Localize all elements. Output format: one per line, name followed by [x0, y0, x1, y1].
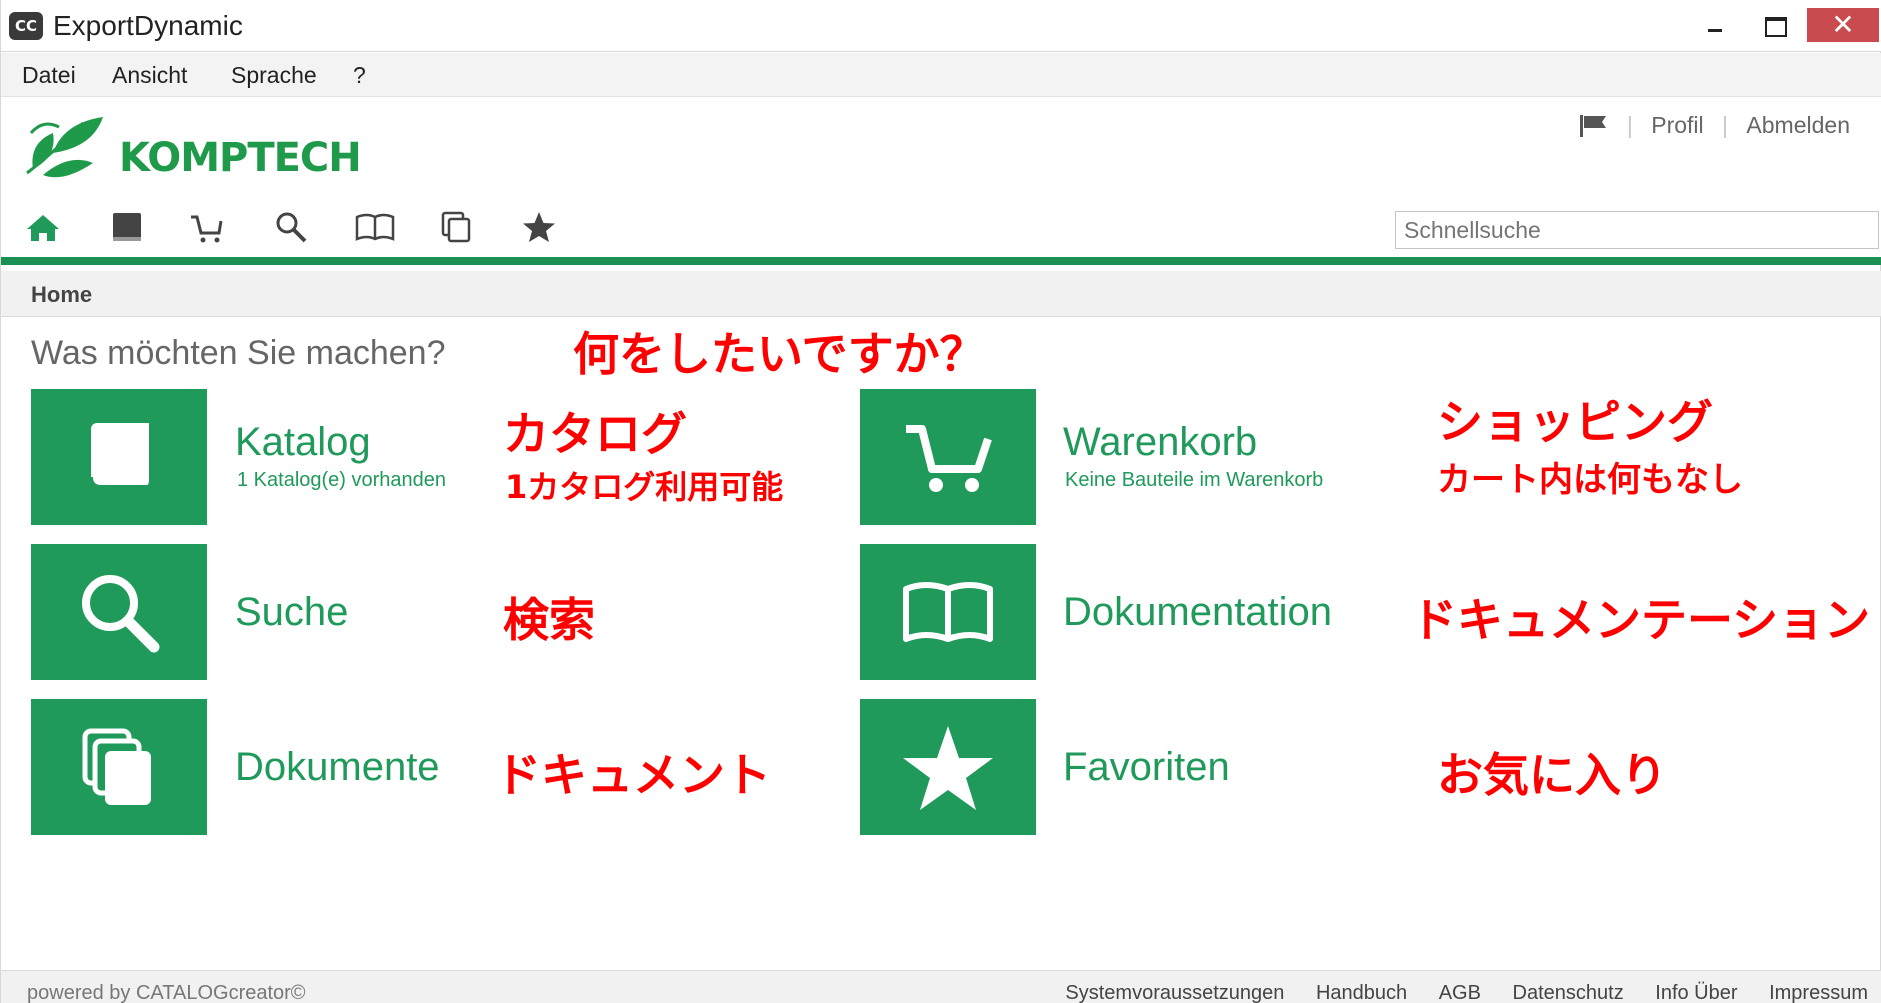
jp-annotation-katalog: カタログ: [503, 407, 687, 461]
footer-link-info[interactable]: Info Über: [1655, 982, 1737, 1003]
open-book-icon[interactable]: [353, 209, 397, 249]
minimize-button[interactable]: [1681, 8, 1747, 42]
jp-annotation-suche: 検索: [503, 593, 595, 647]
menu-bar: Datei Ansicht Sprache ?: [1, 53, 1881, 97]
jp-annotation-katalog-sub: 1カタログ利用可能: [505, 468, 784, 506]
footer-links: Systemvoraussetzungen Handbuch AGB Daten…: [1039, 982, 1868, 1003]
katalog-subtitle: 1 Katalog(e) vorhanden: [237, 469, 447, 491]
documents-icon[interactable]: [437, 209, 481, 249]
jp-annotation-favoriten: お気に入り: [1437, 748, 1667, 802]
star-icon: [903, 726, 993, 810]
logout-link[interactable]: Abmelden: [1746, 112, 1850, 139]
favoriten-title[interactable]: Favoriten: [1063, 745, 1230, 790]
logo-text: KOMPTECH: [119, 135, 362, 181]
window-title: ExportDynamic: [53, 10, 243, 41]
star-icon[interactable]: [519, 209, 563, 249]
app-window: CC ExportDynamic ✕ Datei Ansicht Sprache…: [0, 0, 1881, 1003]
maximize-button[interactable]: [1741, 8, 1807, 42]
footer: powered by CATALOGcreator© Systemvorauss…: [1, 970, 1881, 1003]
footer-link-systemvoraussetzungen[interactable]: Systemvoraussetzungen: [1065, 982, 1284, 1003]
dokumente-tile[interactable]: [31, 699, 207, 835]
dokumentation-title[interactable]: Dokumentation: [1063, 590, 1332, 635]
header-divider: [1, 257, 1881, 265]
cart-icon[interactable]: [187, 209, 231, 249]
favoriten-tile[interactable]: [860, 699, 1036, 835]
jp-annotation-dokumente: ドキュメント: [495, 748, 771, 802]
header: KOMPTECH | Profil | Abmelden: [1, 97, 1881, 257]
flag-icon[interactable]: [1578, 114, 1608, 138]
dokumente-title[interactable]: Dokumente: [235, 745, 440, 790]
warenkorb-tile[interactable]: [860, 389, 1036, 525]
close-button[interactable]: ✕: [1807, 8, 1879, 42]
powered-by-text[interactable]: powered by CATALOGcreator©: [27, 982, 306, 1003]
quick-search-input[interactable]: [1395, 211, 1879, 249]
title-bar: CC ExportDynamic ✕: [1, 0, 1881, 52]
book-icon: [89, 423, 149, 489]
footer-link-impressum[interactable]: Impressum: [1769, 982, 1868, 1003]
footer-link-handbuch[interactable]: Handbuch: [1316, 982, 1407, 1003]
open-book-icon: [903, 582, 993, 642]
page-question: Was möchten Sie machen?: [31, 334, 446, 372]
menu-ansicht[interactable]: Ansicht: [112, 62, 187, 89]
warenkorb-subtitle: Keine Bauteile im Warenkorb: [1065, 469, 1324, 491]
jp-annotation-dokumentation: ドキュメンテーション: [1411, 593, 1871, 647]
profile-link[interactable]: Profil: [1651, 112, 1703, 139]
katalog-tile[interactable]: [31, 389, 207, 525]
search-icon: [82, 575, 160, 653]
leaf-logo-icon: [26, 117, 103, 178]
dokumentation-tile[interactable]: [860, 544, 1036, 680]
warenkorb-title[interactable]: Warenkorb: [1063, 420, 1257, 465]
menu-sprache[interactable]: Sprache: [231, 62, 317, 89]
menu-help[interactable]: ?: [353, 62, 366, 89]
katalog-title[interactable]: Katalog: [235, 420, 371, 465]
breadcrumb-home[interactable]: Home: [31, 282, 92, 308]
suche-tile[interactable]: [31, 544, 207, 680]
breadcrumb-bar: Home: [1, 271, 1881, 317]
separator: |: [1626, 112, 1633, 139]
book-icon[interactable]: [107, 209, 151, 249]
cart-icon: [906, 425, 992, 492]
jp-annotation-warenkorb-sub: カート内は何もなし: [1437, 460, 1743, 500]
home-icon[interactable]: [23, 209, 67, 249]
footer-link-agb[interactable]: AGB: [1439, 982, 1481, 1003]
menu-datei[interactable]: Datei: [22, 62, 76, 89]
app-icon: CC: [9, 12, 43, 40]
separator: |: [1722, 112, 1729, 139]
documents-icon: [82, 728, 151, 805]
user-links: | Profil | Abmelden: [1578, 111, 1850, 141]
footer-link-datenschutz[interactable]: Datenschutz: [1513, 982, 1624, 1003]
jp-annotation-question: 何をしたいですか？: [573, 327, 986, 381]
search-icon[interactable]: [271, 209, 315, 249]
komptech-logo[interactable]: KOMPTECH: [23, 113, 393, 189]
jp-annotation-warenkorb: ショッピング: [1437, 395, 1713, 449]
suche-title[interactable]: Suche: [235, 590, 348, 635]
